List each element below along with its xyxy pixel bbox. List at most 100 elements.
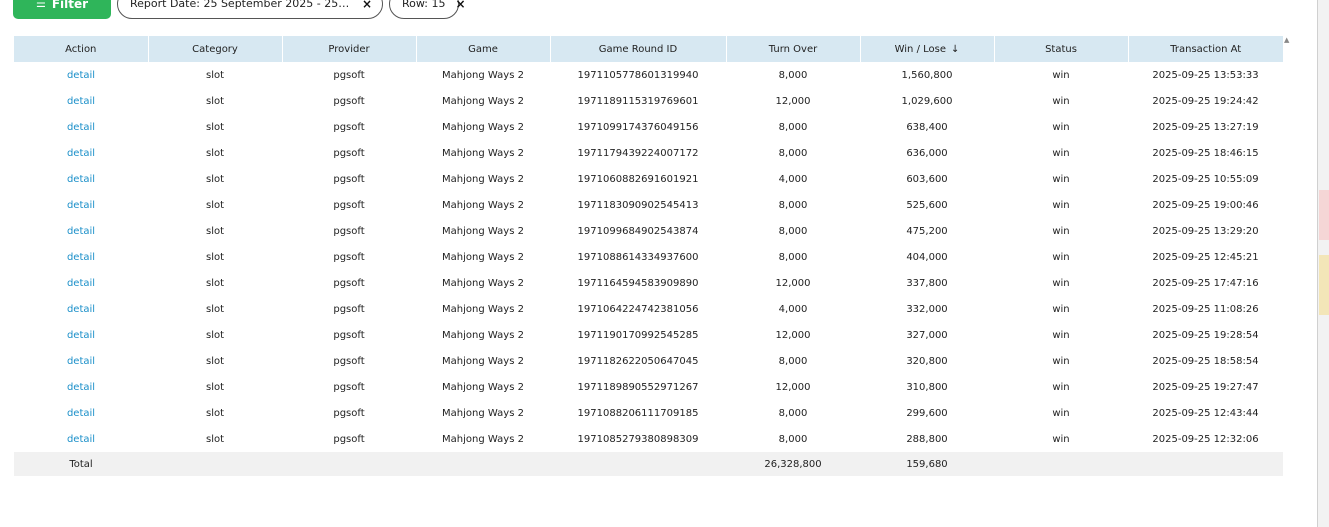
row-count-chip[interactable]: Row: 15 × [389, 0, 466, 19]
remove-report-date-icon[interactable]: × [362, 0, 372, 11]
cell-turn-over: 8,000 [778, 121, 808, 133]
detail-link[interactable]: detail [67, 252, 95, 263]
column-header-turn-over[interactable]: Turn Over [726, 36, 861, 62]
cell-transaction-at: 2025-09-25 12:43:44 [1152, 407, 1259, 419]
detail-link[interactable]: detail [67, 382, 95, 393]
cell-game: Mahjong Ways 2 [442, 225, 524, 237]
cell-game: Mahjong Ways 2 [442, 329, 524, 341]
cell-game: Mahjong Ways 2 [442, 69, 524, 81]
detail-link[interactable]: detail [67, 408, 95, 419]
detail-link[interactable]: detail [67, 304, 95, 315]
sort-descending-icon[interactable]: ↓ [951, 44, 959, 55]
cell-turn-over: 4,000 [778, 173, 808, 185]
cell-game: Mahjong Ways 2 [442, 199, 524, 211]
cell-action: detail [14, 114, 148, 140]
filter-icon: ☰ [35, 0, 46, 10]
cell-category: slot [205, 433, 225, 445]
cell-status: win [1052, 303, 1070, 315]
column-header-category[interactable]: Category [148, 36, 283, 62]
table-row: detail slot pgsoft Mahjong Ways 2 1971088614… [14, 244, 1283, 270]
cell-action: detail [14, 270, 148, 296]
table-body: detail slot pgsoft Mahjong Ways 2 1971105778… [14, 62, 1283, 452]
cell-action: detail [14, 400, 148, 426]
column-header-status[interactable]: Status [994, 36, 1129, 62]
cell-provider: pgsoft [333, 95, 365, 107]
total-empty-cell [550, 452, 726, 476]
report-date-chip[interactable]: Report Date: 25 September 2025 - 25 Sept… [117, 0, 383, 19]
cell-action: detail [14, 218, 148, 244]
cell-status: win [1052, 121, 1070, 133]
cell-provider: pgsoft [333, 199, 365, 211]
detail-link[interactable]: detail [67, 356, 95, 367]
cell-provider: pgsoft [333, 407, 365, 419]
cell-action: detail [14, 374, 148, 400]
table-row: detail slot pgsoft Mahjong Ways 2 1971190170… [14, 322, 1283, 348]
cell-provider: pgsoft [333, 173, 365, 185]
column-header-game-round-id[interactable]: Game Round ID [550, 36, 727, 62]
cell-transaction-at: 2025-09-25 17:47:16 [1152, 277, 1259, 289]
cell-win-lose: 1,029,600 [901, 95, 953, 107]
table-row: detail slot pgsoft Mahjong Ways 2 1971182622… [14, 348, 1283, 374]
detail-link[interactable]: detail [67, 200, 95, 211]
cell-action: detail [14, 322, 148, 348]
cell-win-lose: 525,600 [906, 199, 948, 211]
cell-turn-over: 12,000 [775, 329, 811, 341]
column-header-provider[interactable]: Provider [282, 36, 417, 62]
detail-link[interactable]: detail [67, 122, 95, 133]
detail-link[interactable]: detail [67, 70, 95, 81]
total-empty-cell [416, 452, 550, 476]
detail-link[interactable]: detail [67, 434, 95, 445]
table-row: detail slot pgsoft Mahjong Ways 2 1971060882… [14, 166, 1283, 192]
cell-status: win [1052, 329, 1070, 341]
cell-provider: pgsoft [333, 329, 365, 341]
cell-win-lose: 636,000 [906, 147, 948, 159]
cell-category: slot [205, 277, 225, 289]
cell-turn-over: 8,000 [778, 251, 808, 263]
scroll-up-icon[interactable]: ▲ [1284, 36, 1289, 44]
cell-win-lose: 332,000 [906, 303, 948, 315]
cell-game: Mahjong Ways 2 [442, 381, 524, 393]
cell-category: slot [205, 225, 225, 237]
cell-status: win [1052, 381, 1070, 393]
cell-win-lose: 320,800 [906, 355, 948, 367]
table-row: detail slot pgsoft Mahjong Ways 2 1971064224… [14, 296, 1283, 322]
detail-link[interactable]: detail [67, 96, 95, 107]
cell-turn-over: 8,000 [778, 147, 808, 159]
cell-game-round-id: 1971182622050647045 [577, 355, 699, 367]
cell-turn-over: 8,000 [778, 199, 808, 211]
cell-game-round-id: 1971099684902543874 [577, 225, 699, 237]
cell-action: detail [14, 62, 148, 88]
column-header-action[interactable]: Action [14, 36, 149, 62]
cell-provider: pgsoft [333, 121, 365, 133]
cell-win-lose: 404,000 [906, 251, 948, 263]
cell-game: Mahjong Ways 2 [442, 303, 524, 315]
filter-button[interactable]: ☰ Filter [13, 0, 111, 19]
table-row: detail slot pgsoft Mahjong Ways 2 1971179439… [14, 140, 1283, 166]
detail-link[interactable]: detail [67, 278, 95, 289]
cell-game-round-id: 1971179439224007172 [577, 147, 699, 159]
cell-game-round-id: 1971085279380898309 [577, 433, 699, 445]
cell-win-lose: 638,400 [906, 121, 948, 133]
table-row: detail slot pgsoft Mahjong Ways 2 1971105778… [14, 62, 1283, 88]
detail-link[interactable]: detail [67, 330, 95, 341]
cell-provider: pgsoft [333, 303, 365, 315]
column-header-game[interactable]: Game [416, 36, 551, 62]
remove-row-count-icon[interactable]: × [455, 0, 465, 11]
cell-category: slot [205, 199, 225, 211]
cell-category: slot [205, 121, 225, 133]
cell-game: Mahjong Ways 2 [442, 147, 524, 159]
cell-action: detail [14, 426, 148, 452]
cell-transaction-at: 2025-09-25 13:27:19 [1152, 121, 1259, 133]
detail-link[interactable]: detail [67, 226, 95, 237]
detail-link[interactable]: detail [67, 174, 95, 185]
column-header-transaction-at[interactable]: Transaction At [1128, 36, 1283, 62]
detail-link[interactable]: detail [67, 148, 95, 159]
cell-status: win [1052, 199, 1070, 211]
column-header-win-lose[interactable]: Win / Lose ↓ [860, 36, 995, 62]
table-row: detail slot pgsoft Mahjong Ways 2 1971088206… [14, 400, 1283, 426]
cell-game-round-id: 1971189115319769601 [577, 95, 699, 107]
total-empty-cell [1128, 452, 1283, 476]
total-turn-over: 26,328,800 [726, 452, 860, 476]
cell-transaction-at: 2025-09-25 10:55:09 [1152, 173, 1259, 185]
background-window-fragment [1319, 190, 1329, 240]
